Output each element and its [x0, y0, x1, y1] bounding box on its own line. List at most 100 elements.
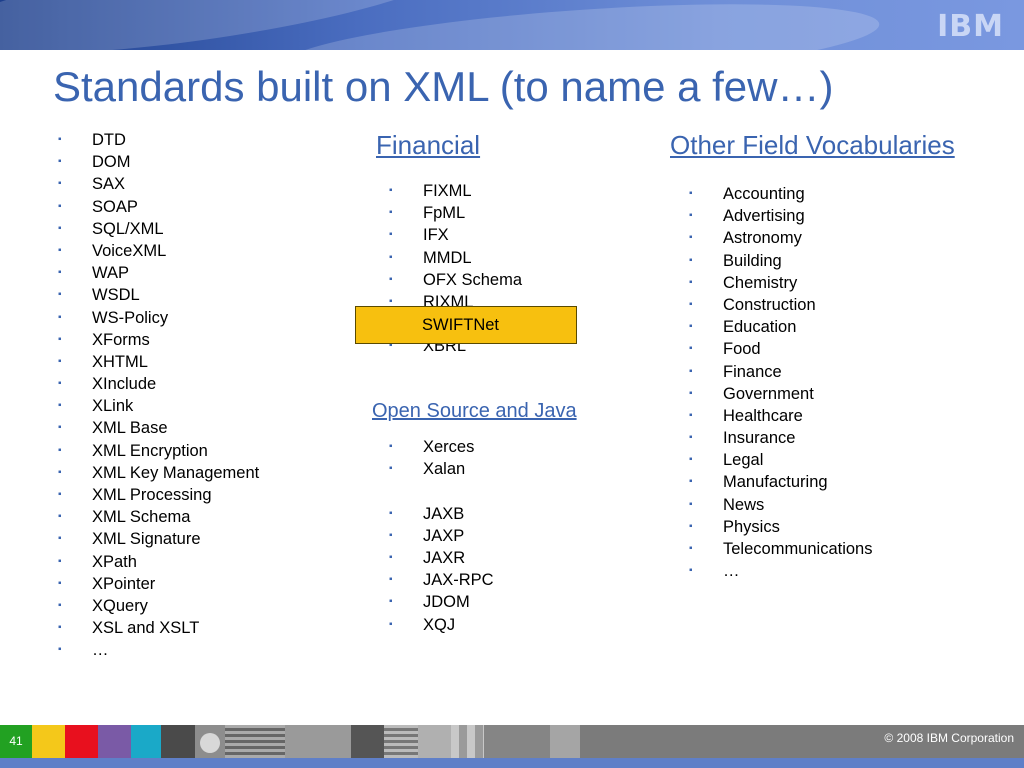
list-item: ▪ WS-Policy	[55, 307, 259, 329]
list-item-label: XQJ	[423, 615, 456, 634]
list-item: ▪ Accounting	[686, 183, 872, 205]
list-item-label: XML Schema	[92, 508, 191, 527]
list-item: ▪ MMDL	[386, 247, 522, 269]
list-item-label: News	[723, 495, 765, 514]
list-item-label: Xerces	[423, 438, 475, 456]
square-bullet-icon: ▪	[58, 444, 62, 456]
other-vocabularies-heading-link[interactable]: Other Field Vocabularies	[670, 130, 955, 161]
square-bullet-icon: ▪	[58, 644, 62, 656]
square-bullet-icon: ▪	[58, 533, 62, 545]
list-item-label: Building	[723, 251, 782, 270]
list-item-label: Astronomy	[723, 229, 802, 248]
financial-heading-link[interactable]: Financial	[376, 130, 480, 161]
list-item-label: Xalan	[423, 460, 466, 479]
square-bullet-icon: ▪	[689, 498, 693, 510]
list-item-label: IFX	[423, 226, 449, 245]
square-bullet-icon: ▪	[58, 222, 62, 234]
list-item-label: Food	[723, 340, 761, 359]
list-item-label: SAX	[92, 175, 126, 194]
square-bullet-icon: ▪	[389, 507, 393, 519]
page-number: 41	[0, 725, 32, 758]
square-bullet-icon: ▪	[58, 289, 62, 301]
list-item-label: Advertising	[723, 207, 805, 226]
swiftnet-callout: SWIFTNet	[355, 306, 577, 344]
list-item: ▪ XML Key Management	[55, 462, 259, 484]
list-item: ▪ News	[686, 494, 872, 516]
list-item: ▪ JAX-RPC	[386, 569, 494, 591]
list-item: ▪ XML Encryption	[55, 440, 259, 462]
square-bullet-icon: ▪	[58, 577, 62, 589]
list-item-label: Chemistry	[723, 273, 798, 292]
list-item: ▪ Chemistry	[686, 272, 872, 294]
list-item-label: XInclude	[92, 375, 157, 394]
list-item: ▪ SQL/XML	[55, 218, 259, 240]
list-item: ▪ FpML	[386, 202, 522, 224]
list-item: ▪ XLink	[55, 395, 259, 417]
square-bullet-icon: ▪	[689, 476, 693, 488]
list-item: ▪ SOAP	[55, 196, 259, 218]
open-source-list: ▪ Xerces ▪ Xalan ▪ JAXB ▪ JAXP ▪ JAXR ▪ JAX-RPC ▪ JDO…	[386, 436, 494, 636]
list-item-label: Telecommunications	[723, 540, 873, 558]
list-item: ▪ Astronomy	[686, 227, 872, 249]
list-item: ▪ XML Base	[55, 417, 259, 439]
square-bullet-icon: ▪	[689, 387, 693, 399]
square-bullet-icon: ▪	[689, 210, 693, 222]
list-item-label: FpML	[423, 204, 466, 223]
list-item: ▪ JAXB	[386, 503, 494, 525]
list-item: ▪ Food	[686, 338, 872, 360]
square-bullet-icon: ▪	[389, 551, 393, 563]
list-item: ▪ XSL and XSLT	[55, 617, 259, 639]
square-bullet-icon: ▪	[58, 422, 62, 434]
list-item: ▪…	[686, 560, 872, 582]
list-item-label: XQuery	[92, 596, 148, 615]
list-item: ▪ Construction	[686, 294, 872, 316]
list-item-label: Accounting	[723, 185, 805, 203]
list-item-label: Healthcare	[723, 406, 803, 425]
callout-label: SWIFTNet	[422, 316, 499, 334]
list-item-label: XPath	[92, 552, 137, 571]
list-item-label: XML Processing	[92, 486, 212, 504]
square-bullet-icon: ▪	[689, 298, 693, 310]
list-item: ▪ XML Processing	[55, 484, 259, 506]
list-item: ▪ Government	[686, 383, 872, 405]
list-item: ▪ XHTML	[55, 351, 259, 373]
list-item-label: SOAP	[92, 197, 138, 216]
list-item-label: SQL/XML	[92, 219, 164, 238]
square-bullet-icon: ▪	[389, 229, 393, 241]
list-item-label: OFX Schema	[423, 270, 523, 289]
square-bullet-icon: ▪	[689, 343, 693, 355]
square-bullet-icon: ▪	[58, 466, 62, 478]
list-item-label: Government	[723, 384, 814, 403]
list-item-label: DOM	[92, 153, 131, 172]
square-bullet-icon: ▪	[389, 185, 393, 196]
copyright-text: © 2008 IBM Corporation	[884, 731, 1014, 745]
list-item: ▪…	[55, 639, 259, 661]
list-item: ▪ Physics	[686, 516, 872, 538]
square-bullet-icon: ▪	[58, 156, 62, 168]
square-bullet-icon: ▪	[389, 574, 393, 586]
square-bullet-icon: ▪	[58, 378, 62, 390]
square-bullet-icon: ▪	[689, 232, 693, 244]
list-item: ▪ WSDL	[55, 284, 259, 306]
open-source-java-heading-link[interactable]: Open Source and Java	[372, 400, 577, 423]
list-item-label: XHTML	[92, 352, 148, 371]
square-bullet-icon: ▪	[689, 188, 693, 199]
list-item-label: Manufacturing	[723, 473, 828, 492]
list-item: ▪ XML Signature	[55, 528, 259, 550]
square-bullet-icon: ▪	[58, 622, 62, 634]
list-item-label: Education	[723, 318, 797, 337]
square-bullet-icon: ▪	[389, 596, 393, 608]
square-bullet-icon: ▪	[689, 454, 693, 466]
list-item-label: WAP	[92, 264, 129, 283]
list-item: ▪ VoiceXML	[55, 240, 259, 262]
list-item-label: Physics	[723, 517, 780, 536]
list-item-label: JAX-RPC	[423, 571, 494, 590]
list-item-label: Construction	[723, 295, 816, 314]
list-item: ▪ Telecommunications	[686, 538, 872, 560]
square-bullet-icon: ▪	[389, 529, 393, 541]
xml-standards-list: ▪ DTD ▪ DOM ▪ SAX ▪ SOAP ▪ SQL/XML ▪ VoiceXML ▪ WAP ▪ W…	[55, 129, 259, 662]
list-item: ▪ JAXR	[386, 547, 494, 569]
list-item-label: Insurance	[723, 429, 796, 448]
list-item: ▪ Finance	[686, 361, 872, 383]
list-item-label: JAXB	[423, 504, 465, 523]
